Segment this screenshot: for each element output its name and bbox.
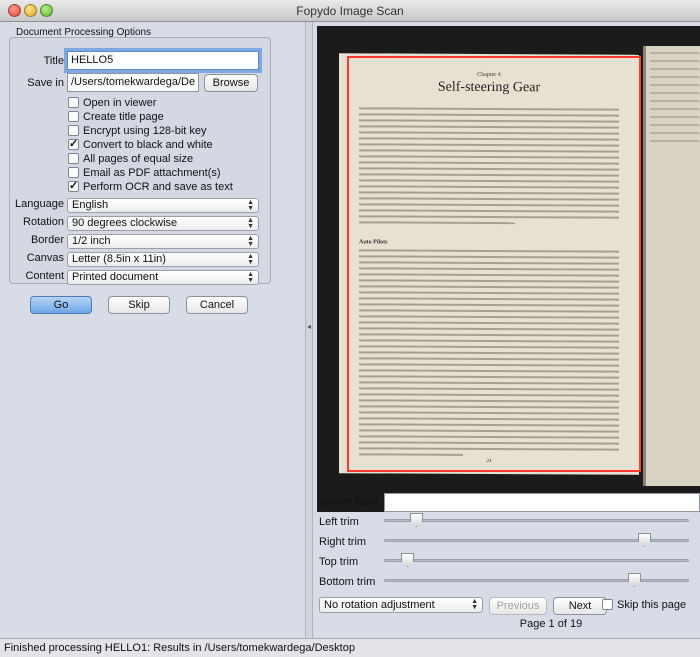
select-arrows-icon: ▲ ▼ — [247, 253, 254, 266]
equal-size-checkbox[interactable]: All pages of equal size — [68, 152, 193, 165]
rotation-adjust-value: No rotation adjustment — [324, 599, 435, 611]
slider-track[interactable] — [384, 559, 689, 562]
crop-border-frame[interactable] — [347, 56, 641, 472]
border-value: 1/2 inch — [72, 235, 111, 247]
border-label-input[interactable] — [384, 493, 700, 512]
border-label-label: Border label — [319, 496, 379, 508]
right-trim-label: Right trim — [319, 536, 367, 548]
title-input[interactable]: HELLO5 — [67, 51, 259, 70]
content-select[interactable]: Printed document ▲ ▼ — [67, 270, 259, 285]
border-label: Border — [30, 234, 64, 246]
window-title: Fopydo Image Scan — [296, 4, 404, 18]
checkbox-label: Convert to black and white — [83, 138, 213, 151]
options-group: Title HELLO5 Save in /Users/tomekwardega… — [9, 37, 271, 285]
select-arrows-icon: ▲ ▼ — [247, 235, 254, 248]
checkbox-box-checked[interactable] — [68, 179, 79, 192]
language-select[interactable]: English ▲ ▼ — [67, 198, 259, 213]
skip-button[interactable]: Skip — [108, 296, 170, 314]
checkbox-label: Encrypt using 128-bit key — [83, 124, 207, 137]
convert-bw-checkbox[interactable]: Convert to black and white — [68, 137, 213, 151]
select-arrows-icon: ▲ ▼ — [247, 271, 254, 284]
status-bar: Finished processing HELLO1: Results in /… — [0, 638, 700, 657]
checkbox-label: Email as PDF attachment(s) — [83, 166, 221, 179]
checkbox-box-checked[interactable] — [68, 137, 79, 150]
checkbox-label: Create title page — [83, 110, 164, 123]
left-trim-label: Left trim — [319, 516, 359, 528]
cancel-button[interactable]: Cancel — [186, 296, 248, 314]
slider-track[interactable] — [384, 519, 689, 522]
save-in-label: Save in — [27, 77, 64, 89]
checkbox-box[interactable] — [68, 153, 79, 164]
checkbox-label: Skip this page — [617, 598, 687, 611]
language-label: Language — [15, 198, 64, 210]
canvas-label: Canvas — [26, 252, 64, 264]
next-button[interactable]: Next — [553, 597, 607, 615]
checkbox-box[interactable] — [602, 599, 613, 610]
checkbox-box[interactable] — [68, 167, 79, 178]
select-arrows-icon: ▲ ▼ — [471, 598, 478, 611]
open-in-viewer-checkbox[interactable]: Open in viewer — [68, 96, 156, 109]
encrypt-checkbox[interactable]: Encrypt using 128-bit key — [68, 124, 207, 137]
content-label: Content — [25, 270, 64, 282]
rotation-label: Rotation — [23, 216, 64, 228]
browse-button[interactable]: Browse — [204, 74, 258, 92]
checkbox-label: Open in viewer — [83, 96, 157, 109]
save-in-path-field[interactable]: /Users/tomekwardega/De — [67, 73, 199, 92]
scan-preview-image[interactable]: Chapter 4 Self-steering Gear Auto Pilots… — [317, 26, 700, 512]
rotation-select[interactable]: 90 degrees clockwise ▲ ▼ — [67, 216, 259, 231]
options-pane: Document Processing Options Title HELLO5… — [0, 22, 305, 638]
top-trim-slider[interactable] — [384, 553, 689, 567]
email-pdf-checkbox[interactable]: Email as PDF attachment(s) — [68, 166, 221, 179]
right-trim-slider[interactable] — [384, 533, 689, 547]
facing-page — [643, 46, 700, 486]
create-title-page-checkbox[interactable]: Create title page — [68, 110, 164, 123]
select-arrows-icon: ▲ ▼ — [247, 217, 254, 230]
checkbox-box[interactable] — [68, 111, 79, 122]
slider-track[interactable] — [384, 579, 689, 582]
page-indicator: Page 1 of 19 — [519, 618, 583, 630]
skip-this-page-checkbox[interactable]: Skip this page — [602, 598, 686, 611]
slider-knob[interactable] — [401, 553, 414, 567]
slider-knob[interactable] — [628, 573, 641, 587]
checkbox-label: Perform OCR and save as text — [83, 180, 233, 193]
checkbox-label: All pages of equal size — [83, 152, 194, 165]
bottom-trim-slider[interactable] — [384, 573, 689, 587]
select-arrows-icon: ▲ ▼ — [247, 199, 254, 212]
content-value: Printed document — [72, 271, 159, 283]
canvas-select[interactable]: Letter (8.5in x 11in) ▲ ▼ — [67, 252, 259, 267]
canvas-value: Letter (8.5in x 11in) — [72, 253, 166, 265]
title-label: Title — [43, 55, 64, 67]
rotation-value: 90 degrees clockwise — [72, 217, 178, 229]
rotation-adjust-select[interactable]: No rotation adjustment ▲ ▼ — [319, 597, 483, 613]
bottom-trim-label: Bottom trim — [319, 576, 376, 588]
border-select[interactable]: 1/2 inch ▲ ▼ — [67, 234, 259, 249]
title-bar: Fopydo Image Scan — [0, 0, 700, 22]
preview-pane: Chapter 4 Self-steering Gear Auto Pilots… — [313, 22, 700, 638]
previous-button[interactable]: Previous — [489, 597, 547, 615]
slider-knob[interactable] — [410, 513, 423, 527]
pane-splitter[interactable]: ◂ — [305, 22, 313, 638]
checkbox-box[interactable] — [68, 97, 79, 108]
left-trim-slider[interactable] — [384, 513, 689, 527]
top-trim-label: Top trim — [319, 556, 359, 568]
checkbox-box[interactable] — [68, 125, 79, 136]
language-value: English — [72, 199, 109, 211]
splitter-grip-icon[interactable]: ◂ — [307, 322, 311, 331]
go-button[interactable]: Go — [30, 296, 92, 314]
slider-knob[interactable] — [638, 533, 651, 547]
ocr-checkbox[interactable]: Perform OCR and save as text — [68, 179, 233, 193]
